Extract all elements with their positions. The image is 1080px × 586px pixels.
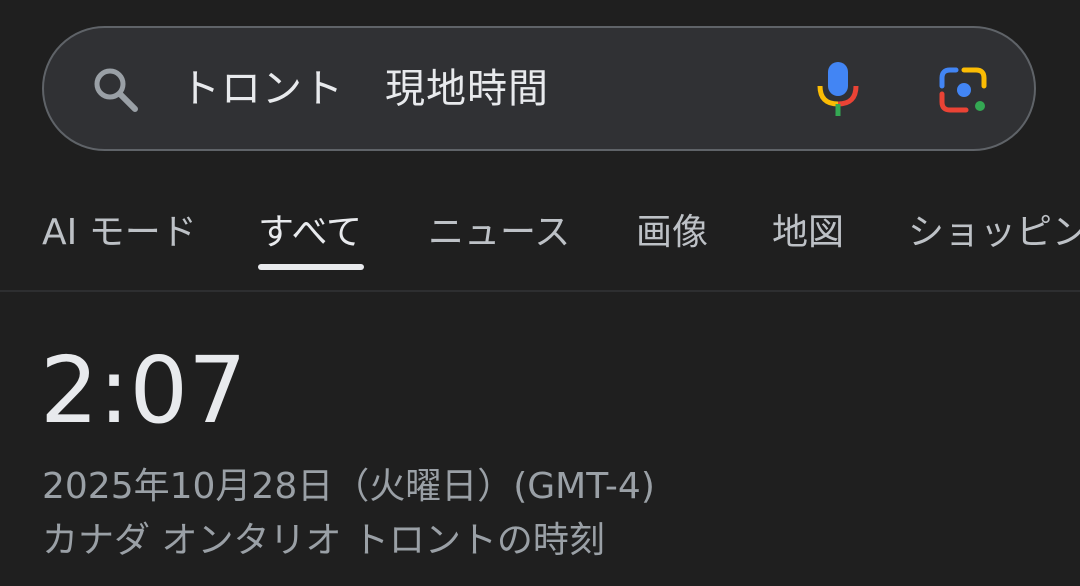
microphone-icon[interactable]	[816, 60, 860, 118]
search-tabs: AI モード すべて ニュース 画像 地図 ショッピング	[0, 200, 1080, 290]
google-lens-icon[interactable]	[938, 64, 990, 116]
tab-ai-mode[interactable]: AI モード	[42, 208, 197, 258]
active-tab-indicator	[258, 264, 364, 270]
tab-news[interactable]: ニュース	[428, 208, 570, 258]
tab-maps[interactable]: 地図	[772, 208, 844, 258]
search-input[interactable]: トロント 現地時間	[180, 60, 549, 118]
tab-all[interactable]: すべて	[258, 208, 362, 258]
search-results-page: トロント 現地時間 AI モード すべて ニュース 画像 地図 ショッピング 2…	[0, 0, 1080, 586]
tab-images[interactable]: 画像	[636, 208, 708, 258]
local-time: 2:07	[40, 337, 247, 444]
local-date: 2025年10月28日（火曜日）(GMT-4)	[42, 466, 655, 507]
tabs-divider	[0, 290, 1080, 292]
time-location: カナダ オンタリオ トロントの時刻	[42, 520, 605, 561]
search-icon[interactable]	[90, 64, 142, 116]
tab-shopping[interactable]: ショッピング	[908, 208, 1080, 258]
